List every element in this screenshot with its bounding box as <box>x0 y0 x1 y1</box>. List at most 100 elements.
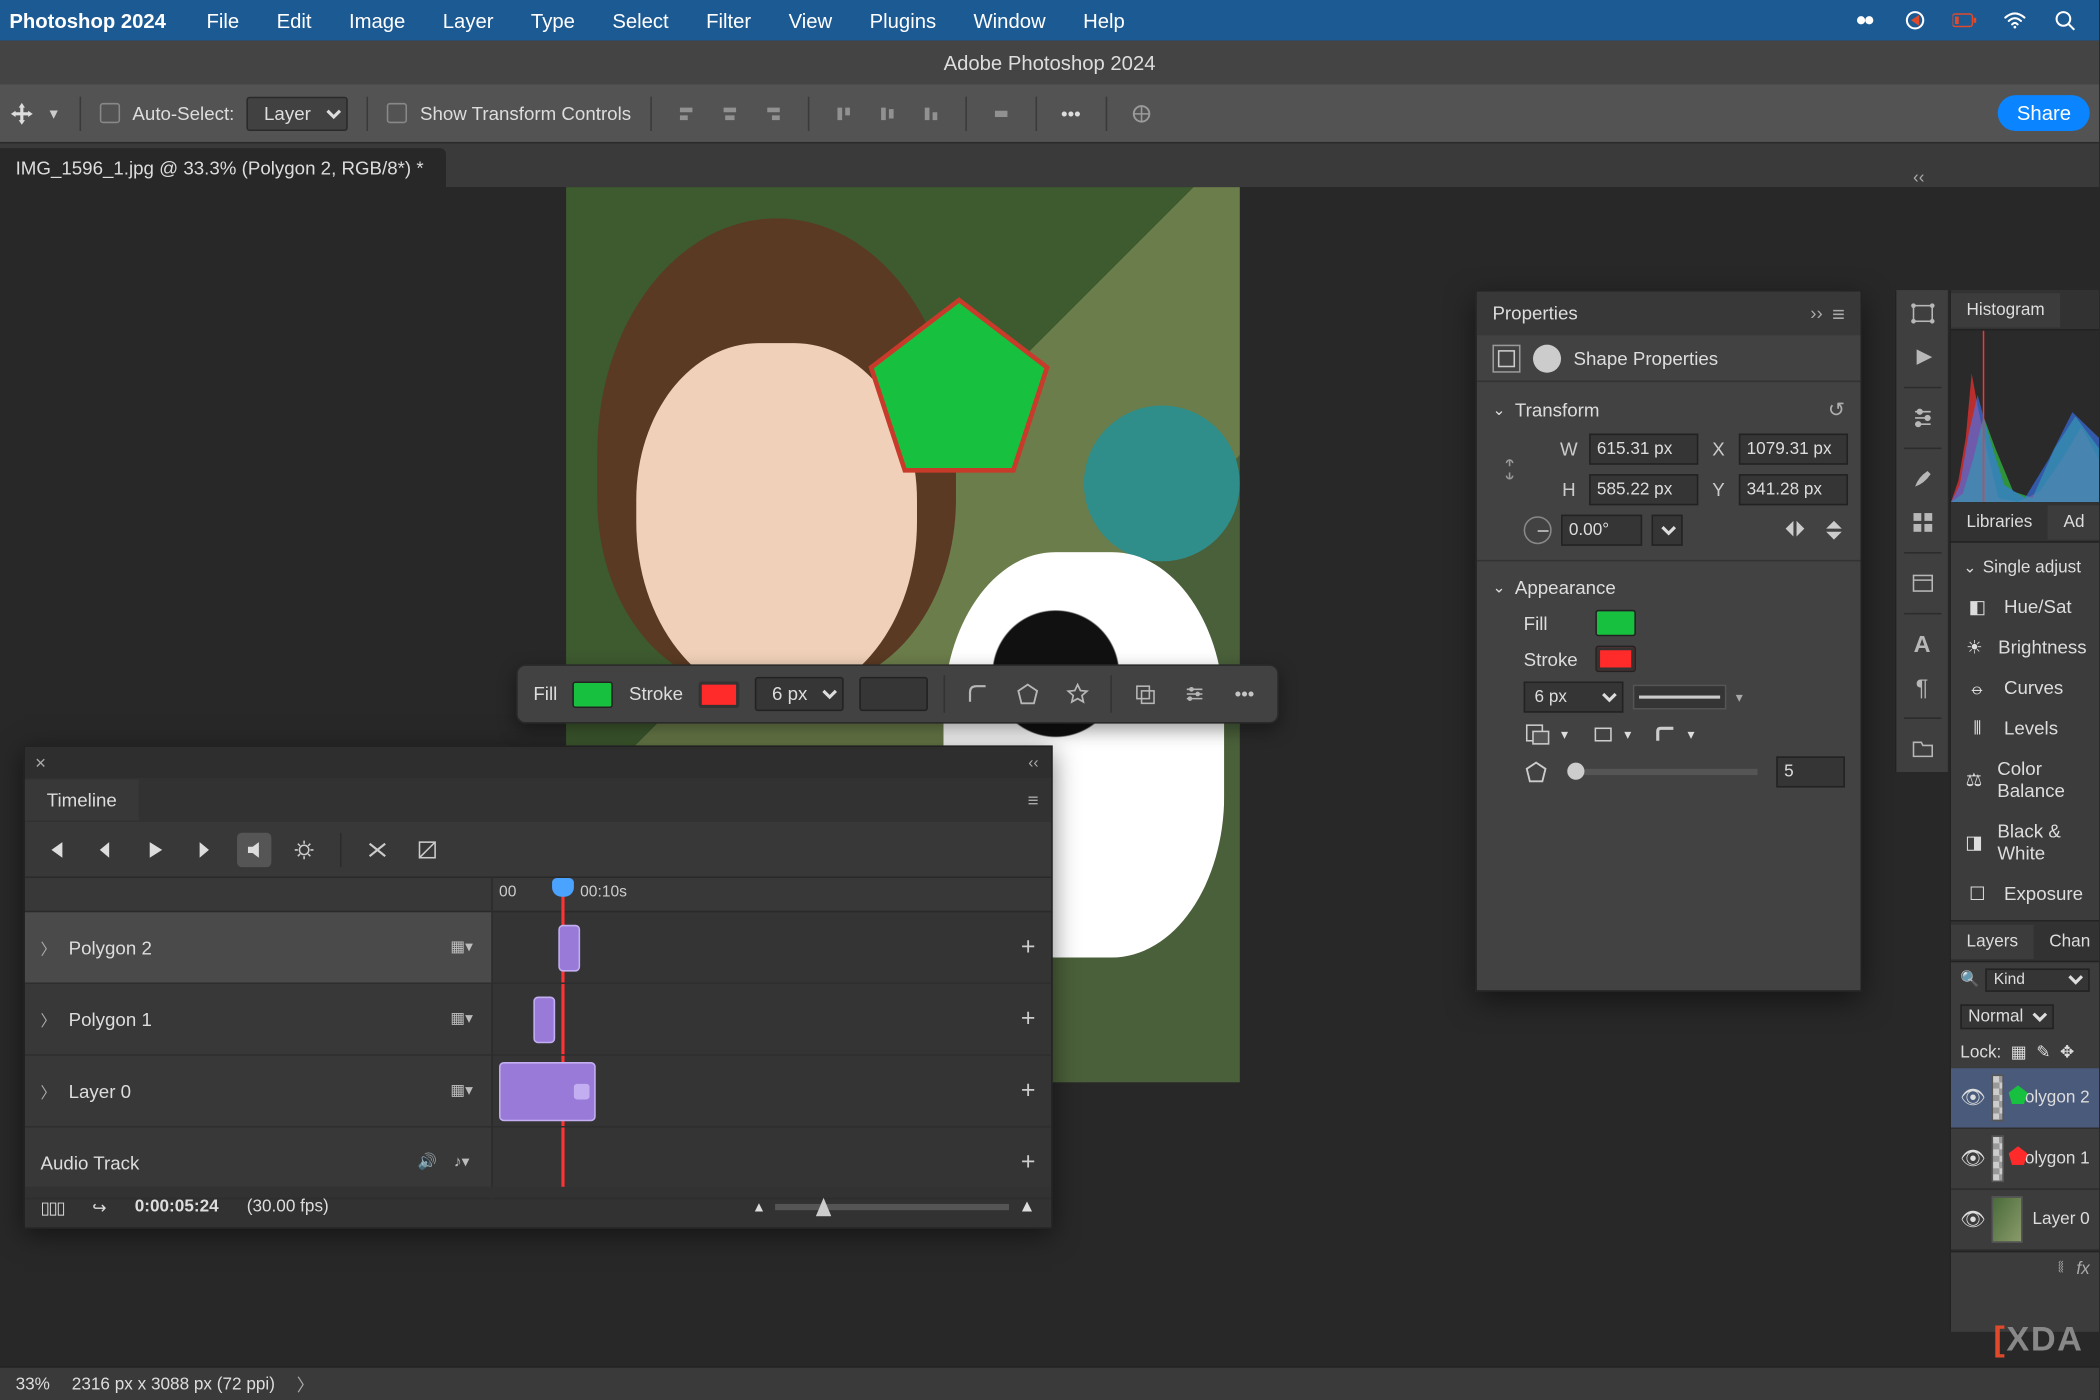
fx-icon[interactable]: fx <box>2076 1259 2089 1278</box>
stroke-align-icon[interactable] <box>1590 724 1615 746</box>
angle-input[interactable] <box>1561 515 1642 546</box>
menu-view[interactable]: View <box>789 9 833 32</box>
app-name[interactable]: Photoshop 2024 <box>9 9 166 32</box>
polygon-sides-icon[interactable] <box>1011 677 1045 711</box>
timeline-clip[interactable] <box>499 1062 596 1121</box>
more-options-icon[interactable]: ••• <box>1055 97 1086 128</box>
timeline-tab[interactable]: Timeline <box>25 780 139 821</box>
stroke-style-select[interactable] <box>1633 685 1727 710</box>
angle-select[interactable] <box>1652 515 1683 546</box>
chevron-down-icon[interactable]: ⌄ <box>1492 579 1505 596</box>
play-icon[interactable] <box>1905 340 1939 374</box>
height-input[interactable] <box>1589 474 1698 505</box>
record-icon[interactable] <box>1903 9 1928 31</box>
layer-row[interactable]: 👁 Layer 0 <box>1951 1190 2099 1251</box>
corner-radius-icon[interactable] <box>961 677 995 711</box>
spotlight-icon[interactable] <box>2052 9 2077 31</box>
panel-menu-icon[interactable]: ≡ <box>1015 789 1051 811</box>
bounds-icon[interactable] <box>1905 296 1939 330</box>
visibility-icon[interactable]: 👁 <box>1960 1207 1982 1232</box>
timeline-clip[interactable] <box>558 925 580 972</box>
sides-input[interactable] <box>1776 756 1845 787</box>
menu-file[interactable]: File <box>207 9 240 32</box>
auto-select-checkbox[interactable] <box>100 103 120 123</box>
more-icon[interactable]: ••• <box>1227 677 1261 711</box>
brush-icon[interactable] <box>1905 462 1939 496</box>
timeline-track[interactable]: 〉 Polygon 2 ▦▾ <box>25 912 491 984</box>
libraries-dock-icon[interactable] <box>1905 566 1939 600</box>
link-dimensions-icon[interactable] <box>1502 457 1518 482</box>
show-transform-checkbox[interactable] <box>387 103 407 123</box>
stroke-width-select[interactable]: 6 px <box>755 677 844 711</box>
zoom-level[interactable]: 33% <box>16 1375 50 1394</box>
next-frame-icon[interactable] <box>187 832 221 866</box>
auto-select-target[interactable]: Layer <box>247 96 348 130</box>
layers-tab[interactable]: Layers <box>1951 924 2034 958</box>
add-clip-icon[interactable]: + <box>1021 1077 1036 1105</box>
adjustment-color-balance[interactable]: ⚖Color Balance <box>1951 749 2099 811</box>
sides-slider[interactable] <box>1567 769 1757 775</box>
swatches-icon[interactable] <box>1905 505 1939 539</box>
play-icon[interactable] <box>137 832 171 866</box>
settings-icon[interactable] <box>287 832 321 866</box>
menu-filter[interactable]: Filter <box>706 9 751 32</box>
align-hcenter-icon[interactable] <box>714 97 745 128</box>
stroke-style-select[interactable] <box>859 677 928 711</box>
menu-edit[interactable]: Edit <box>277 9 312 32</box>
appearance-stroke-width[interactable]: 6 px <box>1524 682 1624 713</box>
paragraph-icon[interactable]: ¶ <box>1905 671 1939 705</box>
audio-menu-icon[interactable]: ♪▾ <box>448 1149 476 1177</box>
timeline-audio-track[interactable]: Audio Track 🔊♪▾ <box>25 1128 491 1200</box>
align-right-icon[interactable] <box>757 97 788 128</box>
layer-thumbnail[interactable] <box>1991 1074 2004 1121</box>
character-icon[interactable]: A <box>1905 627 1939 661</box>
menu-window[interactable]: Window <box>974 9 1046 32</box>
histogram-tab[interactable]: Histogram <box>1951 292 2060 326</box>
menu-layer[interactable]: Layer <box>443 9 494 32</box>
collapse-icon[interactable]: ‹‹ <box>1016 754 1051 771</box>
fill-swatch[interactable] <box>573 681 614 708</box>
first-frame-icon[interactable] <box>37 832 71 866</box>
stroke-swatch[interactable] <box>699 681 740 708</box>
timeline-clip[interactable] <box>533 997 555 1044</box>
width-input[interactable] <box>1589 434 1698 465</box>
menu-select[interactable]: Select <box>612 9 668 32</box>
align-left-icon[interactable] <box>670 97 701 128</box>
close-icon[interactable]: × <box>25 752 56 774</box>
timeline-track-area[interactable]: 00 00:10s + + + + <box>493 878 1051 1187</box>
lock-move-icon[interactable]: ✥ <box>2060 1042 2074 1062</box>
battery-icon[interactable] <box>1952 9 1977 31</box>
appearance-fill-swatch[interactable] <box>1595 610 1636 637</box>
menu-help[interactable]: Help <box>1083 9 1125 32</box>
menu-image[interactable]: Image <box>349 9 405 32</box>
chevron-right-icon[interactable]: 〉 <box>41 936 57 959</box>
document-tab[interactable]: IMG_1596_1.jpg @ 33.3% (Polygon 2, RGB/8… <box>0 148 445 187</box>
properties-title[interactable]: Properties <box>1492 303 1577 325</box>
add-clip-icon[interactable]: + <box>1021 1005 1036 1033</box>
add-clip-icon[interactable]: + <box>1021 1149 1036 1177</box>
keyframe-nav-icon[interactable]: ▯▯▯ <box>41 1197 65 1217</box>
collapse-icon[interactable]: ›› <box>1810 303 1822 325</box>
adjustment-brightness[interactable]: ☀Brightness <box>1951 627 2099 668</box>
collapse-panels-icon[interactable]: ‹‹ <box>1913 168 1924 187</box>
transition-icon[interactable] <box>410 832 444 866</box>
align-vcenter-icon[interactable] <box>871 97 902 128</box>
layer-row[interactable]: 👁 Polygon 1 <box>1951 1129 2099 1190</box>
split-icon[interactable] <box>360 832 394 866</box>
flip-horizontal-icon[interactable] <box>1783 518 1808 543</box>
appearance-stroke-swatch[interactable] <box>1595 646 1636 673</box>
chevron-down-icon[interactable]: ⌄ <box>1492 402 1505 419</box>
add-clip-icon[interactable]: + <box>1021 933 1036 961</box>
pentagon-shape[interactable] <box>866 296 1053 474</box>
stack-icon[interactable] <box>1128 677 1162 711</box>
panel-menu-icon[interactable]: ≡ <box>1832 301 1845 326</box>
distribute-icon[interactable] <box>985 97 1016 128</box>
y-input[interactable] <box>1739 474 1848 505</box>
adjustment-exposure[interactable]: ☐Exposure <box>1951 873 2099 914</box>
adjustment-hue-sat[interactable]: ◧Hue/Sat <box>1951 586 2099 627</box>
chevron-right-icon[interactable]: 〉 <box>41 1007 57 1030</box>
star-icon[interactable] <box>1060 677 1094 711</box>
channels-tab[interactable]: Chan <box>2034 924 2099 958</box>
adjust-icon[interactable] <box>1177 677 1211 711</box>
flip-vertical-icon[interactable] <box>1823 518 1845 543</box>
